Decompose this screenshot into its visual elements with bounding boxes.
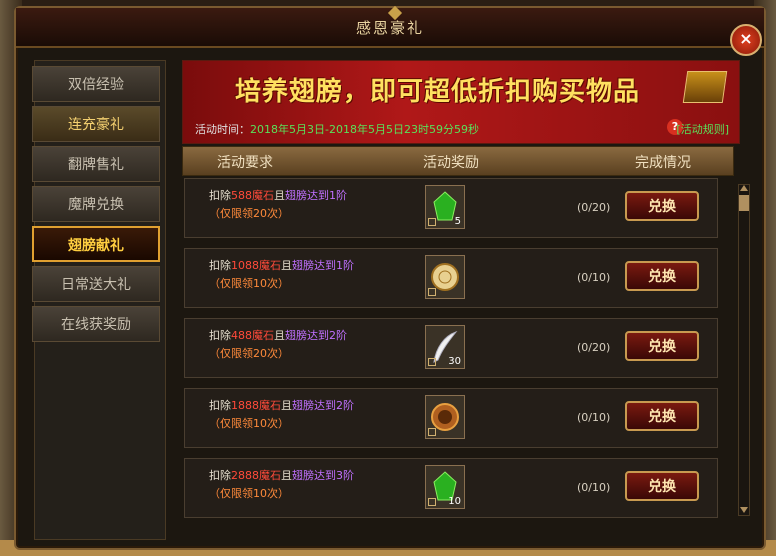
req-mid: 且 — [281, 469, 292, 482]
item-count: 5 — [454, 216, 461, 227]
req-mid: 且 — [274, 189, 285, 202]
req-limit: （仅限领10次） — [209, 487, 289, 500]
req-cost: 1888魔石 — [231, 399, 281, 412]
requirement-text: 扣除1888魔石且翅膀达到2阶 （仅限领10次） — [209, 397, 354, 433]
list-scrollbar[interactable] — [738, 184, 750, 516]
header-reward: 活动奖励 — [423, 155, 479, 171]
event-window: 感恩豪礼 × 双倍经验 连充豪礼 翻牌售礼 魔牌兑换 翅膀献礼 日常送大礼 在线… — [14, 5, 766, 550]
req-cost: 488魔石 — [231, 329, 274, 342]
reward-row: 扣除1088魔石且翅膀达到1阶 （仅限领10次） (0/10) 兑换 — [184, 248, 718, 308]
req-prefix: 扣除 — [209, 399, 231, 412]
event-banner: 培养翅膀，即可超低折扣购买物品 活动时间：2018年5月3日-2018年5月5日… — [182, 60, 740, 144]
requirement-text: 扣除488魔石且翅膀达到2阶 （仅限领20次） — [209, 327, 347, 363]
req-prefix: 扣除 — [209, 259, 231, 272]
progress-text: (0/10) — [577, 411, 611, 424]
nav-wing-gift[interactable]: 翅膀献礼 — [32, 226, 160, 262]
exchange-button[interactable]: 兑换 — [625, 191, 699, 221]
event-time-label: 活动时间： — [195, 123, 250, 136]
nav-double-exp[interactable]: 双倍经验 — [32, 66, 160, 102]
nav-card-sale[interactable]: 翻牌售礼 — [32, 146, 160, 182]
lock-icon — [428, 498, 436, 506]
event-time: 活动时间：2018年5月3日-2018年5月5日23时59分59秒 — [195, 121, 479, 137]
progress-text: (0/10) — [577, 271, 611, 284]
reward-row: 扣除488魔石且翅膀达到2阶 （仅限领20次） 30 (0/20) 兑换 — [184, 318, 718, 378]
req-cost: 588魔石 — [231, 189, 274, 202]
title-bar: 感恩豪礼 — [16, 5, 764, 48]
reward-row: 扣除588魔石且翅膀达到1阶 （仅限领20次） 5 (0/20) 兑换 — [184, 178, 718, 238]
gift-box-icon — [682, 71, 728, 103]
req-prefix: 扣除 — [209, 189, 231, 202]
header-requirement: 活动要求 — [217, 155, 273, 171]
window-title: 感恩豪礼 — [355, 19, 424, 37]
exchange-button[interactable]: 兑换 — [625, 331, 699, 361]
req-mid: 且 — [274, 329, 285, 342]
scroll-up-icon[interactable] — [740, 185, 748, 191]
requirement-text: 扣除588魔石且翅膀达到1阶 （仅限领20次） — [209, 187, 347, 223]
req-wing: 翅膀达到1阶 — [292, 259, 354, 272]
req-wing: 翅膀达到2阶 — [292, 399, 354, 412]
header-status: 完成情况 — [635, 155, 691, 171]
feather-icon[interactable]: 30 — [425, 325, 465, 369]
req-wing: 翅膀达到2阶 — [285, 329, 347, 342]
lock-icon — [428, 218, 436, 226]
req-limit: （仅限领10次） — [209, 277, 289, 290]
bronze-ring-icon[interactable] — [425, 395, 465, 439]
progress-text: (0/20) — [577, 201, 611, 214]
banner-headline: 培养翅膀，即可超低折扣购买物品 — [235, 77, 641, 107]
req-cost: 2888魔石 — [231, 469, 281, 482]
progress-text: (0/20) — [577, 341, 611, 354]
rules-link[interactable]: [活动规则] — [676, 121, 729, 137]
scroll-down-icon[interactable] — [740, 507, 748, 513]
nav-daily-gift[interactable]: 日常送大礼 — [32, 266, 160, 302]
requirement-text: 扣除2888魔石且翅膀达到3阶 （仅限领10次） — [209, 467, 354, 503]
req-wing: 翅膀达到3阶 — [292, 469, 354, 482]
req-mid: 且 — [281, 399, 292, 412]
req-prefix: 扣除 — [209, 469, 231, 482]
green-gem-icon[interactable]: 5 — [425, 185, 465, 229]
event-time-value: 2018年5月3日-2018年5月5日23时59分59秒 — [250, 123, 479, 136]
exchange-button[interactable]: 兑换 — [625, 401, 699, 431]
reward-row: 扣除1888魔石且翅膀达到2阶 （仅限领10次） (0/10) 兑换 — [184, 388, 718, 448]
scroll-thumb[interactable] — [739, 195, 749, 211]
reward-list: 扣除588魔石且翅膀达到1阶 （仅限领20次） 5 (0/20) 兑换 扣除10… — [182, 178, 722, 520]
item-count: 30 — [448, 356, 461, 367]
requirement-text: 扣除1088魔石且翅膀达到1阶 （仅限领10次） — [209, 257, 354, 293]
item-count: 10 — [448, 496, 461, 507]
lock-icon — [428, 428, 436, 436]
close-button[interactable]: × — [730, 24, 762, 56]
exchange-button[interactable]: 兑换 — [625, 471, 699, 501]
req-wing: 翅膀达到1阶 — [285, 189, 347, 202]
exchange-button[interactable]: 兑换 — [625, 261, 699, 291]
lock-icon — [428, 288, 436, 296]
req-limit: （仅限领20次） — [209, 347, 289, 360]
gold-coin-icon[interactable] — [425, 255, 465, 299]
nav-recharge-gift[interactable]: 连充豪礼 — [32, 106, 160, 142]
req-limit: （仅限领10次） — [209, 417, 289, 430]
reward-row: 扣除2888魔石且翅膀达到3阶 （仅限领10次） 10 (0/10) 兑换 — [184, 458, 718, 518]
nav-online-reward[interactable]: 在线获奖励 — [32, 306, 160, 342]
green-gem-icon[interactable]: 10 — [425, 465, 465, 509]
req-cost: 1088魔石 — [231, 259, 281, 272]
req-prefix: 扣除 — [209, 329, 231, 342]
req-limit: （仅限领20次） — [209, 207, 289, 220]
lock-icon — [428, 358, 436, 366]
req-mid: 且 — [281, 259, 292, 272]
progress-text: (0/10) — [577, 481, 611, 494]
nav-card-exchange[interactable]: 魔牌兑换 — [32, 186, 160, 222]
table-header: 活动要求 活动奖励 完成情况 — [182, 146, 734, 176]
